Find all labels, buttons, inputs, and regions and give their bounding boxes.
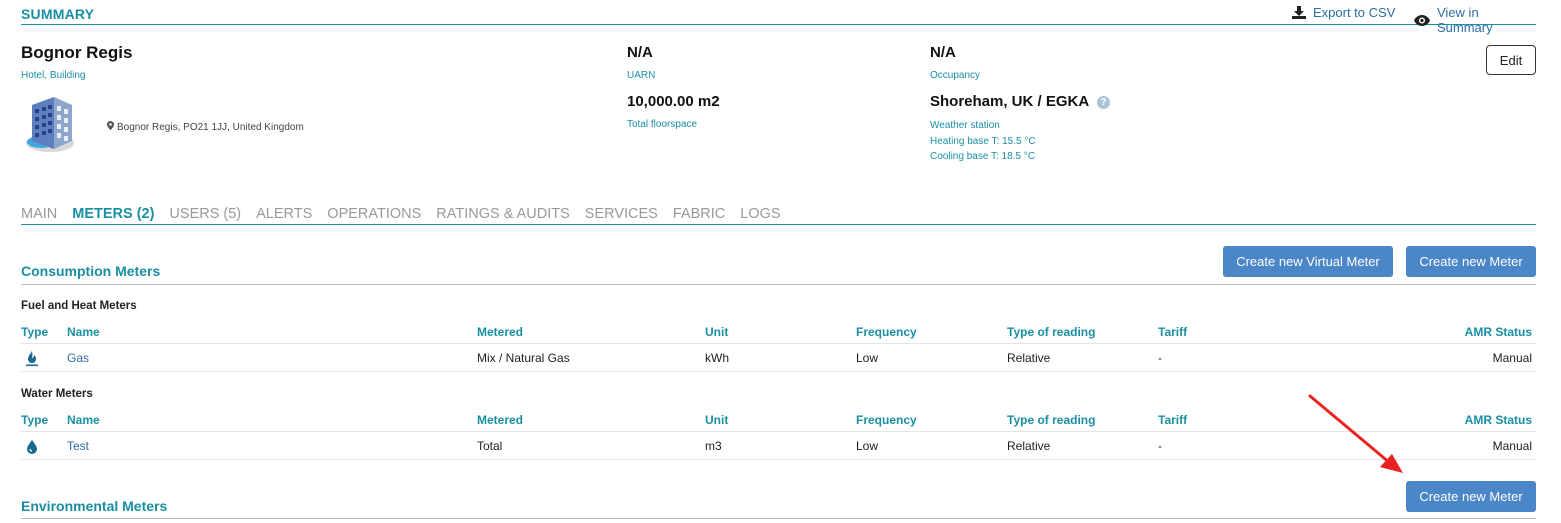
meter-reading-type: Relative [1007, 351, 1051, 365]
tab-services[interactable]: SERVICES [585, 204, 658, 224]
map-pin-icon [107, 121, 114, 133]
tabs-bar: MAIN METERS (2) USERS (5) ALERTS OPERATI… [21, 204, 1536, 225]
table-row: Gas Mix / Natural Gas kWh Low Relative -… [21, 344, 1536, 372]
section-divider [21, 284, 1536, 285]
tab-fabric[interactable]: FABRIC [673, 204, 725, 224]
tab-logs[interactable]: LOGS [740, 204, 780, 224]
edit-button[interactable]: Edit [1486, 45, 1536, 75]
gas-flame-icon [24, 349, 40, 367]
tab-alerts[interactable]: ALERTS [256, 204, 312, 224]
create-environmental-meter-button[interactable]: Create new Meter [1406, 481, 1536, 512]
water-meters-title: Water Meters [21, 388, 93, 400]
table-header-row: Type Name Metered Unit Frequency Type of… [21, 320, 1536, 344]
meter-amr-status: Manual [1492, 439, 1532, 453]
col-metered: Metered [477, 325, 524, 339]
col-type-of-reading: Type of reading [1007, 325, 1096, 339]
col-frequency: Frequency [856, 413, 917, 427]
col-type-of-reading: Type of reading [1007, 413, 1096, 427]
uarn-label: UARN [627, 70, 656, 81]
building-type: Hotel, Building [21, 70, 86, 81]
occupancy-label: Occupancy [930, 70, 981, 81]
export-csv-label: Export to CSV [1313, 5, 1396, 20]
meter-metered: Mix / Natural Gas [477, 351, 570, 365]
building-name: Bognor Regis [21, 43, 133, 62]
view-in-summary-label: View in Summary [1437, 5, 1493, 35]
address: Bognor Regis, PO21 1JJ, United Kingdom [107, 121, 304, 133]
table-header-row: Type Name Metered Unit Frequency Type of… [21, 408, 1536, 432]
fuel-meters-table: Type Name Metered Unit Frequency Type of… [21, 320, 1536, 372]
tab-meters[interactable]: METERS (2) [72, 204, 154, 224]
create-meter-button[interactable]: Create new Meter [1406, 246, 1536, 277]
section-divider [21, 518, 1536, 519]
col-name: Name [67, 413, 100, 427]
meter-tariff: - [1158, 351, 1162, 365]
col-type: Type [21, 325, 49, 339]
create-virtual-meter-button[interactable]: Create new Virtual Meter [1223, 246, 1393, 277]
col-tariff: Tariff [1158, 413, 1188, 427]
consumption-meters-title: Consumption Meters [21, 263, 161, 279]
download-icon [1292, 6, 1306, 19]
meter-frequency: Low [856, 351, 879, 365]
col-type: Type [21, 413, 49, 427]
floorspace-value: 10,000.00 m2 [627, 93, 720, 110]
tab-main[interactable]: MAIN [21, 204, 57, 224]
address-text: Bognor Regis, PO21 1JJ, United Kingdom [117, 121, 304, 133]
summary-header: SUMMARY Export to CSV View in Summary [21, 0, 1536, 35]
tab-operations[interactable]: OPERATIONS [327, 204, 421, 224]
weather-station-value: Shoreham, UK / EGKA [930, 93, 1090, 110]
tab-ratings-audits[interactable]: RATINGS & AUDITS [436, 204, 569, 224]
floorspace-label: Total floorspace [627, 119, 698, 130]
col-metered: Metered [477, 413, 524, 427]
weather-station-label: Weather station [930, 120, 1000, 131]
meter-unit: m3 [705, 439, 722, 453]
tab-users[interactable]: USERS (5) [169, 204, 241, 224]
col-unit: Unit [705, 325, 729, 339]
col-amr-status: AMR Status [1464, 413, 1532, 427]
fuel-heat-meters-title: Fuel and Heat Meters [21, 300, 137, 312]
heating-base: Heating base T: 15.5 °C [930, 136, 1036, 147]
meter-frequency: Low [856, 439, 879, 453]
col-unit: Unit [705, 413, 729, 427]
meter-metered: Total [477, 439, 503, 453]
meter-unit: kWh [705, 351, 729, 365]
col-name: Name [67, 325, 100, 339]
meter-reading-type: Relative [1007, 439, 1051, 453]
meter-tariff: - [1158, 439, 1162, 453]
environmental-meters-title: Environmental Meters [21, 498, 168, 514]
export-csv-link[interactable]: Export to CSV [1292, 5, 1395, 20]
summary-title: SUMMARY [21, 6, 95, 22]
occupancy-value: N/A [930, 44, 956, 61]
col-frequency: Frequency [856, 325, 917, 339]
col-amr-status: AMR Status [1464, 325, 1532, 339]
col-tariff: Tariff [1158, 325, 1188, 339]
meter-amr-status: Manual [1492, 351, 1532, 365]
help-icon[interactable]: ? [1097, 96, 1110, 109]
water-drop-icon [24, 437, 40, 455]
table-row: Test Total m3 Low Relative - Manual [21, 432, 1536, 460]
hotel-building-icon [20, 95, 82, 155]
uarn-value: N/A [627, 44, 653, 61]
eye-icon [1414, 14, 1430, 26]
meter-name-link[interactable]: Test [67, 432, 89, 460]
view-in-summary-link[interactable]: View in Summary [1414, 5, 1536, 35]
meter-name-link[interactable]: Gas [67, 344, 89, 372]
water-meters-table: Type Name Metered Unit Frequency Type of… [21, 408, 1536, 460]
cooling-base: Cooling base T: 18.5 °C [930, 151, 1035, 162]
